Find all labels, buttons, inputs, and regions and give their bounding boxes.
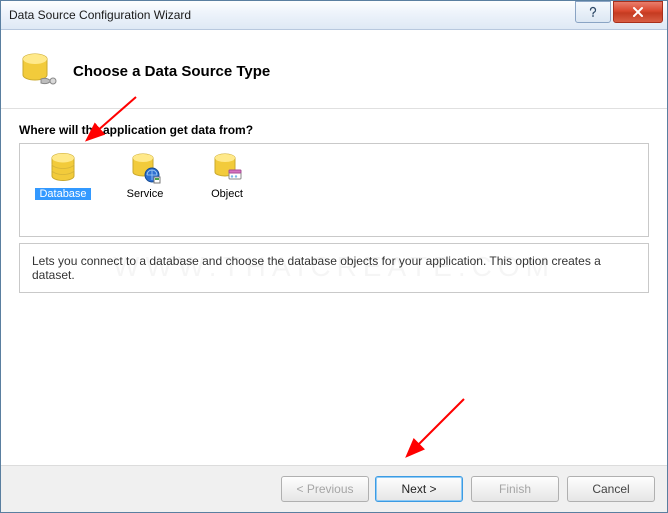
option-database[interactable]: Database [32,152,94,200]
option-service[interactable]: Service [114,152,176,200]
watermark: WWW.THAICREATE.COM [113,251,555,283]
close-button[interactable] [613,1,663,23]
cancel-button[interactable]: Cancel [567,476,655,502]
window-controls [573,1,663,29]
titlebar: Data Source Configuration Wizard [1,1,667,30]
header-title: Choose a Data Source Type [73,63,270,80]
previous-button: < Previous [281,476,369,502]
option-object[interactable]: Object [196,152,258,200]
next-button[interactable]: Next > [375,476,463,502]
option-database-label: Database [35,188,90,200]
wizard-window: Data Source Configuration Wizard [0,0,668,513]
option-object-label: Object [207,188,247,200]
service-icon [129,152,161,184]
header-panel: Choose a Data Source Type [1,30,667,108]
option-service-label: Service [123,188,168,200]
object-icon [211,152,243,184]
footer: < Previous Next > Finish Cancel [1,465,667,512]
options-box: Database Service [19,143,649,237]
database-wizard-icon [19,51,59,91]
database-icon [47,152,79,184]
finish-button: Finish [471,476,559,502]
content-area: Where will the application get data from… [1,109,667,465]
window-title: Data Source Configuration Wizard [9,8,573,22]
help-button[interactable] [575,1,611,23]
question-label: Where will the application get data from… [19,123,649,137]
